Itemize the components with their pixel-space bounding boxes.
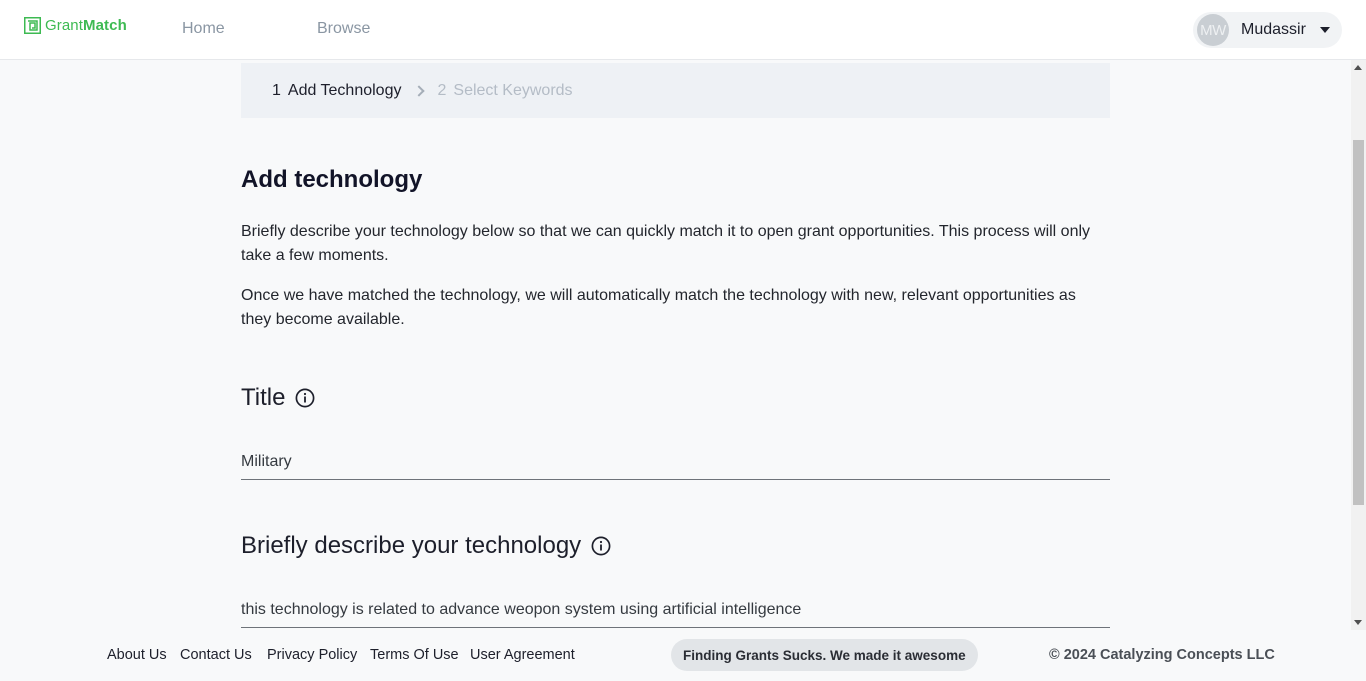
- step-select-keywords[interactable]: 2 Select Keywords: [437, 82, 572, 100]
- scroll-up-arrow-icon[interactable]: [1354, 65, 1362, 70]
- footer-link-contact-us[interactable]: Contact Us: [180, 647, 252, 663]
- brand-logo[interactable]: GrantMatch: [24, 17, 127, 34]
- title-input[interactable]: [241, 450, 1110, 474]
- page-scrollbar[interactable]: [1351, 60, 1366, 630]
- title-heading-label: Title: [241, 384, 286, 411]
- description-input[interactable]: [241, 598, 1110, 622]
- step-add-technology[interactable]: 1 Add Technology: [272, 82, 401, 100]
- tagline-badge: Finding Grants Sucks. We made it awesome: [671, 639, 978, 671]
- scroll-down-arrow-icon[interactable]: [1354, 620, 1362, 625]
- footer: About Us Contact Us Privacy Policy Terms…: [0, 630, 1366, 681]
- caret-down-icon: [1320, 27, 1330, 33]
- footer-link-user-agreement[interactable]: User Agreement: [470, 647, 575, 663]
- grantmatch-logo-icon: [24, 17, 41, 34]
- top-navbar: GrantMatch Home Browse MW Mudassir: [0, 0, 1366, 60]
- user-name: Mudassir: [1241, 21, 1306, 38]
- step-number: 1: [272, 81, 281, 99]
- step-number: 2: [437, 81, 447, 99]
- describe-heading-label: Briefly describe your technology: [241, 532, 582, 559]
- describe-section-heading: Briefly describe your technology: [241, 532, 611, 560]
- brand-name-suffix: Match: [83, 17, 127, 34]
- page-title: Add technology: [241, 166, 423, 193]
- chevron-right-icon: [413, 84, 426, 97]
- footer-link-terms-of-use[interactable]: Terms Of Use: [370, 647, 459, 663]
- scroll-thumb[interactable]: [1353, 140, 1364, 505]
- step-label: Add Technology: [287, 81, 402, 99]
- title-field: [241, 450, 1110, 480]
- nav-browse-link[interactable]: Browse: [317, 20, 370, 38]
- intro-paragraph-2: Once we have matched the technology, we …: [241, 287, 1076, 328]
- description-field: [241, 598, 1110, 628]
- step-label: Select Keywords: [453, 81, 573, 99]
- nav-home-link[interactable]: Home: [182, 20, 225, 38]
- wizard-stepper: 1 Add Technology 2 Select Keywords: [241, 63, 1110, 118]
- brand-name-prefix: Grant: [45, 17, 84, 34]
- info-icon[interactable]: [591, 536, 611, 556]
- copyright-text: © 2024 Catalyzing Concepts LLC: [1049, 647, 1275, 663]
- user-menu-button[interactable]: MW Mudassir: [1193, 12, 1342, 48]
- title-section-heading: Title: [241, 384, 315, 412]
- footer-link-about-us[interactable]: About Us: [107, 647, 167, 663]
- intro-paragraph-1: Briefly describe your technology below s…: [241, 223, 1091, 264]
- avatar: MW: [1197, 14, 1229, 46]
- footer-link-privacy-policy[interactable]: Privacy Policy: [267, 647, 357, 663]
- info-icon[interactable]: [295, 388, 315, 408]
